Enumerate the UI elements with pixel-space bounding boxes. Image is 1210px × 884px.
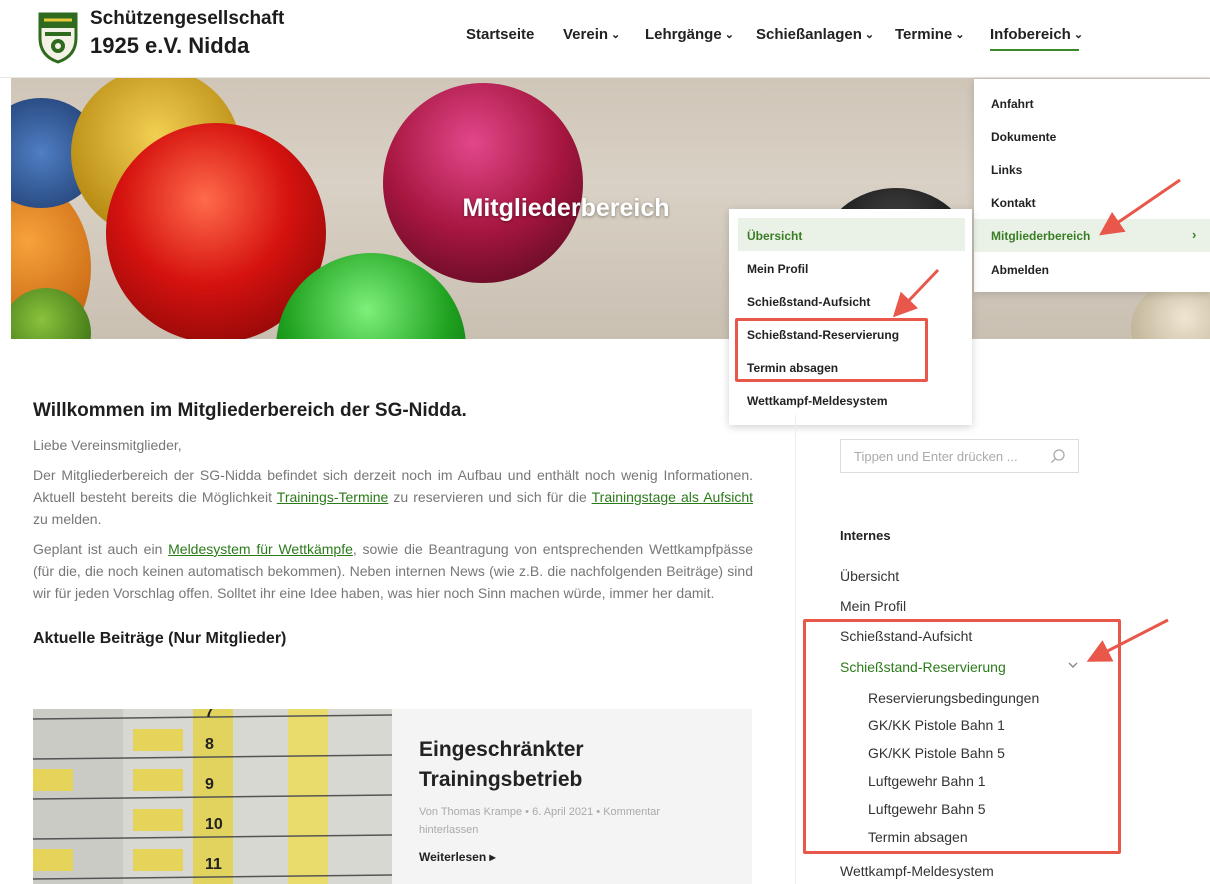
club-logo-icon[interactable] [36, 8, 80, 64]
site-header: Schützengesellschaft 1925 e.V. Nidda Sta… [0, 0, 1210, 78]
post-meta: Von Thomas Krampe • 6. April 2021 • Komm… [419, 806, 661, 836]
post-title[interactable]: Eingeschränkter Trainingsbetrieb [419, 735, 719, 795]
link-meldesystem[interactable]: Meldesystem für Wettkämpfe [168, 541, 353, 557]
sidebar-item-uebersicht[interactable]: Übersicht [840, 568, 899, 584]
text-span: zu melden. [33, 511, 102, 527]
submenu-item-mein-profil[interactable]: Mein Profil [747, 262, 808, 276]
chevron-down-icon: ⌄ [864, 29, 875, 41]
post-card[interactable]: 8 9 10 11 7 Eingeschränkter Trainingsbet… [33, 709, 752, 884]
chevron-down-icon: ⌄ [611, 29, 621, 41]
chevron-right-icon: › [1192, 227, 1197, 242]
nav-termine[interactable]: Termine ⌄ [895, 26, 964, 43]
svg-text:10: 10 [205, 816, 223, 833]
sidebar-item-mein-profil[interactable]: Mein Profil [840, 598, 906, 614]
highlight-box-sidebar [803, 619, 1121, 854]
search-placeholder: Tippen und Enter drücken ... [854, 449, 1018, 464]
magenta-ball [383, 83, 583, 283]
menu-item-dokumente[interactable]: Dokumente [991, 130, 1056, 144]
text-span: Geplant ist auch ein [33, 541, 169, 557]
nav-verein[interactable]: Verein ⌄ [563, 26, 620, 43]
chevron-down-icon: ⌄ [724, 29, 734, 41]
search-input[interactable]: Tippen und Enter drücken ... [840, 439, 1079, 473]
submenu-item-wettkampf-meldesystem[interactable]: Wettkampf-Meldesystem [747, 394, 887, 408]
menu-item-abmelden[interactable]: Abmelden [991, 263, 1049, 277]
submenu-item-uebersicht[interactable]: Übersicht [747, 229, 802, 243]
nav-lehrgaenge[interactable]: Lehrgänge ⌄ [645, 26, 734, 43]
link-trainingstage-aufsicht[interactable]: Trainingstage als Aufsicht [592, 489, 753, 505]
svg-text:9: 9 [205, 776, 214, 793]
brand-name[interactable]: Schützengesellschaft [90, 8, 284, 30]
text-span: zu reservieren und sich für die [388, 489, 592, 505]
read-more-link[interactable]: Weiterlesen ▸ [419, 850, 496, 864]
sidebar-divider [795, 415, 796, 884]
sidebar-heading: Internes [840, 528, 891, 543]
main-content: Willkommen im Mitgliederbereich der SG-N… [33, 400, 753, 648]
brand-subtitle[interactable]: 1925 e.V. Nidda [90, 33, 249, 59]
mitgliederbereich-submenu: Übersicht Mein Profil Schießstand-Aufsic… [729, 209, 972, 425]
search-icon[interactable] [1050, 448, 1066, 464]
menu-item-kontakt[interactable]: Kontakt [991, 196, 1036, 210]
svg-text:11: 11 [205, 856, 222, 873]
nav-active-underline [990, 49, 1079, 51]
infobereich-dropdown: Anfahrt Dokumente Links Kontakt Mitglied… [974, 79, 1210, 292]
plans-paragraph: Geplant ist auch ein Meldesystem für Wet… [33, 538, 753, 604]
svg-text:7: 7 [205, 709, 214, 721]
menu-item-mitgliederbereich-label[interactable]: Mitgliederbereich [991, 229, 1090, 243]
posts-heading: Aktuelle Beiträge (Nur Mitglieder) [33, 630, 287, 647]
menu-item-anfahrt[interactable]: Anfahrt [991, 97, 1034, 111]
submenu-item-schiessstand-aufsicht[interactable]: Schießstand-Aufsicht [747, 295, 870, 309]
chevron-down-icon: ⌄ [1073, 29, 1084, 41]
greeting-text: Liebe Vereinsmitglieder, [33, 437, 182, 453]
link-trainings-termine[interactable]: Trainings-Termine [277, 489, 389, 505]
page-heading: Willkommen im Mitgliederbereich der SG-N… [33, 400, 467, 421]
nav-schiessanlagen[interactable]: Schießanlagen ⌄ [756, 26, 874, 43]
menu-item-links[interactable]: Links [991, 163, 1022, 177]
chevron-down-icon: ⌄ [955, 29, 965, 41]
nav-infobereich[interactable]: Infobereich ⌄ [990, 26, 1083, 43]
sidebar-item-wettkampf-meldesystem[interactable]: Wettkampf-Meldesystem [840, 863, 994, 879]
calendar-image: 8 9 10 11 7 [33, 709, 392, 884]
nav-startseite[interactable]: Startseite [466, 26, 534, 43]
svg-text:8: 8 [205, 736, 214, 753]
post-thumbnail[interactable]: 8 9 10 11 7 [33, 709, 392, 884]
intro-paragraph: Der Mitgliederbereich der SG-Nidda befin… [33, 464, 753, 530]
highlight-box-submenu [735, 318, 928, 382]
